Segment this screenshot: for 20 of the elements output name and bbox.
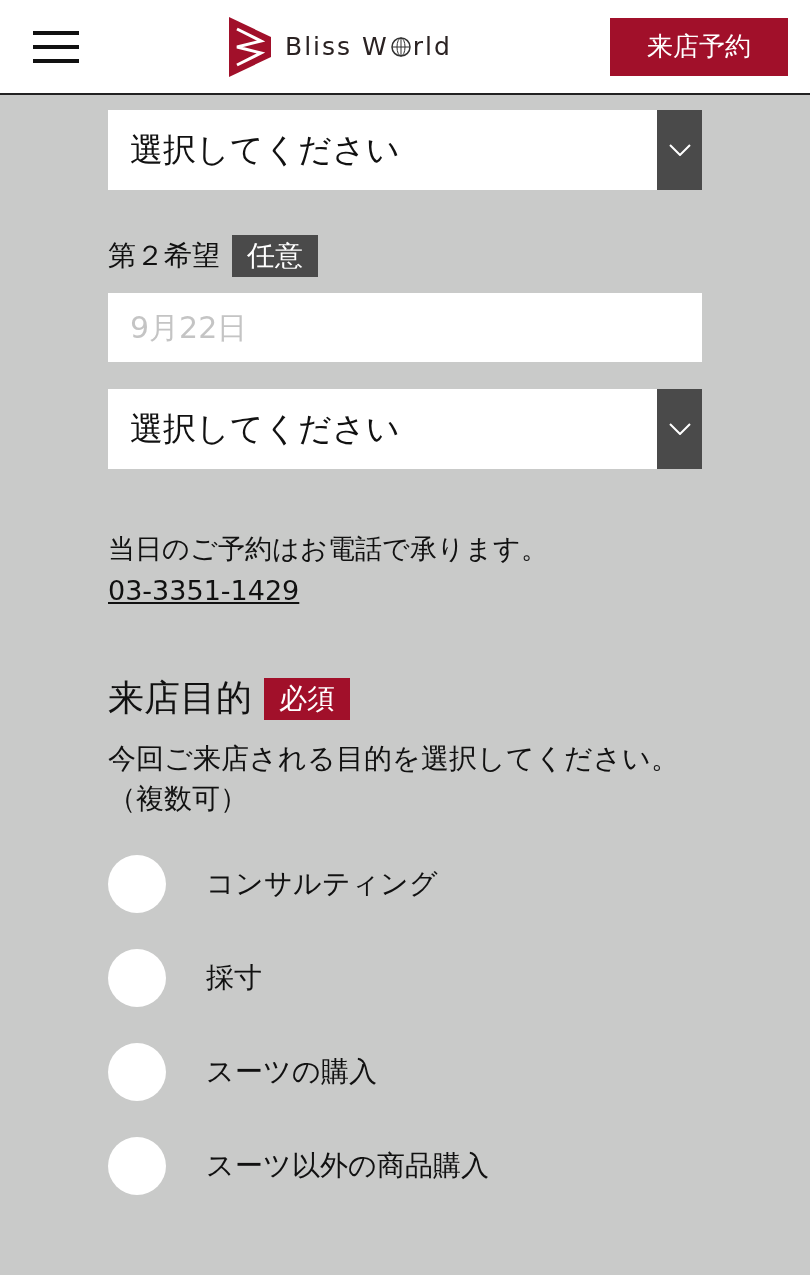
section-title: 来店目的 [108, 676, 252, 720]
time-select[interactable]: 選択してください [108, 110, 702, 190]
time-select[interactable]: 選択してください [108, 389, 702, 469]
globe-icon [390, 36, 411, 57]
option-label: 採寸 [206, 960, 262, 996]
menu-icon[interactable] [33, 30, 79, 63]
logo-text: Bliss W [285, 32, 389, 61]
required-badge: 必須 [264, 677, 350, 720]
option-label: コンサルティング [206, 866, 438, 902]
phone-link[interactable]: 03-3351-1429 [108, 575, 300, 606]
description-text: 今回ご来店される目的を選択してください。（複数可） [108, 741, 680, 817]
logo-icon [229, 16, 271, 77]
date-field[interactable]: 9月22日 [108, 293, 702, 362]
logo-text: rld [412, 32, 452, 61]
optional-badge: 任意 [232, 235, 318, 277]
field-label: 第２希望 [108, 238, 220, 274]
option-label: スーツ以外の商品購入 [206, 1148, 489, 1184]
phone-note: 当日のご予約はお電話で承ります。 [108, 532, 548, 566]
reserve-button[interactable]: 来店予約 [610, 17, 788, 76]
option-label: スーツの購入 [206, 1054, 377, 1090]
